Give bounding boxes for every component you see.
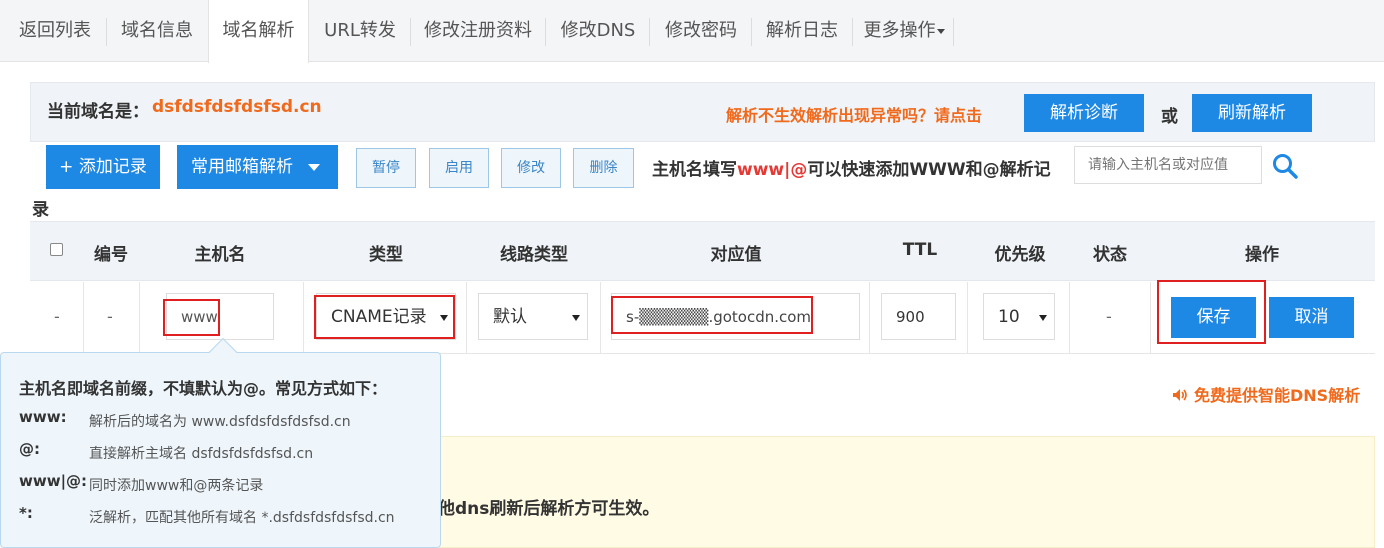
- tab-separator: [410, 18, 411, 46]
- mail-resolve-dropdown[interactable]: 常用邮箱解析: [177, 145, 338, 189]
- ttl-input[interactable]: 900: [881, 293, 956, 340]
- status-value: -: [1106, 307, 1112, 326]
- tab-separator: [751, 18, 752, 46]
- caret-down-icon: [936, 28, 945, 34]
- row-select-placeholder: -: [54, 307, 60, 326]
- tab-separator: [545, 18, 546, 46]
- caret-down-icon: [572, 315, 580, 321]
- tab-label: URL转发: [324, 20, 396, 41]
- tooltip-key: @:: [19, 440, 40, 458]
- tab-back-to-list[interactable]: 返回列表: [8, 0, 102, 62]
- column-divider: [600, 282, 601, 354]
- hint-highlight: www|@: [737, 160, 808, 180]
- host-hint-wrap: 录: [32, 200, 49, 220]
- col-status: 状态: [1093, 245, 1127, 265]
- tab-label: 解析日志: [766, 20, 838, 41]
- tab-change-password[interactable]: 修改密码: [653, 0, 749, 62]
- add-record-button[interactable]: + 添加记录: [46, 145, 160, 189]
- pause-button[interactable]: 暂停: [356, 148, 416, 188]
- free-dns-text: 免费提供智能DNS解析: [1194, 386, 1361, 405]
- col-host: 主机名: [194, 245, 246, 265]
- tab-label: 返回列表: [19, 20, 91, 41]
- tooltip-title: 主机名即域名前缀，不填默认为@。常见方式如下：: [19, 379, 388, 398]
- tab-edit-dns[interactable]: 修改DNS: [549, 0, 647, 62]
- column-divider: [967, 282, 968, 354]
- tab-separator: [852, 18, 853, 46]
- free-dns-promo[interactable]: 免费提供智能DNS解析: [1172, 382, 1360, 406]
- or-label: 或: [1161, 107, 1178, 127]
- column-divider: [139, 282, 140, 354]
- hint-text: 主机名填写: [652, 160, 737, 180]
- refresh-button[interactable]: 刷新解析: [1192, 94, 1312, 132]
- search-input[interactable]: [1074, 146, 1262, 184]
- column-divider: [83, 282, 84, 354]
- line-select[interactable]: 默认: [478, 293, 588, 340]
- caret-down-icon: [308, 164, 320, 171]
- tab-label: 更多操作: [863, 20, 936, 41]
- highlight-box: [163, 299, 220, 336]
- tab-more-actions[interactable]: 更多操作: [856, 0, 952, 62]
- tab-separator: [953, 18, 954, 46]
- select-all-checkbox[interactable]: [50, 243, 63, 256]
- column-divider: [1069, 282, 1070, 354]
- current-domain-value: dsfdsfdsfdsfsd.cn: [152, 97, 322, 117]
- col-type: 类型: [369, 245, 403, 265]
- tooltip-desc: 直接解析主域名 dsfdsfdsfdsfsd.cn: [89, 446, 314, 462]
- tooltip-desc: 同时添加www和@两条记录: [89, 478, 264, 494]
- column-divider: [1150, 282, 1151, 354]
- tab-label: 修改DNS: [560, 20, 636, 41]
- mail-resolve-label: 常用邮箱解析: [191, 157, 293, 177]
- delete-button[interactable]: 删除: [573, 148, 634, 188]
- col-line: 线路类型: [500, 245, 568, 265]
- line-select-value: 默认: [493, 307, 527, 327]
- diagnose-button[interactable]: 解析诊断: [1024, 94, 1144, 132]
- cancel-button[interactable]: 取消: [1269, 297, 1354, 338]
- modify-button[interactable]: 修改: [501, 148, 561, 188]
- tab-bar: 返回列表 域名信息 域名解析 URL转发 修改注册资料 修改DNS 修改密码 解…: [0, 0, 1384, 63]
- priority-select-value: 10: [998, 307, 1020, 327]
- highlight-box: [611, 296, 813, 334]
- tab-url-forward[interactable]: URL转发: [313, 0, 407, 62]
- highlight-box: [1157, 280, 1266, 344]
- tooltip-key: *:: [19, 504, 33, 522]
- notice-box: [430, 436, 1375, 548]
- tab-domain-info[interactable]: 域名信息: [110, 0, 204, 62]
- notice-text: 他dns刷新后解析方可生效。: [438, 499, 660, 519]
- warning-text: 解析不生效解析出现异常吗？请点击: [726, 106, 983, 125]
- search-icon[interactable]: [1272, 153, 1298, 179]
- col-number: 编号: [94, 245, 128, 265]
- column-divider: [466, 282, 467, 354]
- enable-button[interactable]: 启用: [429, 148, 489, 188]
- tab-dns-resolve[interactable]: 域名解析: [208, 0, 309, 63]
- tooltip-key: www:: [19, 408, 67, 426]
- tooltip-key: www|@:: [19, 472, 88, 490]
- col-ttl: TTL: [902, 240, 938, 260]
- tab-separator: [106, 18, 107, 46]
- highlight-box: [314, 295, 455, 339]
- current-domain-label: 当前域名是：: [47, 102, 149, 122]
- host-hint: 主机名填写www|@可以快速添加WWW和@解析记: [652, 155, 1051, 180]
- tab-label: 域名解析: [222, 20, 295, 41]
- col-value: 对应值: [710, 245, 762, 265]
- tooltip-desc: 泛解析，匹配其他所有域名 *.dsfdsfdsfdsfsd.cn: [89, 510, 395, 526]
- tooltip-desc: 解析后的域名为 www.dsfdsfdsfdsfsd.cn: [89, 414, 351, 430]
- speaker-icon: [1173, 389, 1187, 401]
- tab-label: 域名信息: [121, 20, 193, 41]
- column-divider: [869, 282, 870, 354]
- row-number: -: [107, 307, 113, 326]
- col-action: 操作: [1245, 245, 1279, 265]
- tab-resolve-log[interactable]: 解析日志: [755, 0, 849, 62]
- tab-separator: [649, 18, 650, 46]
- caret-down-icon: [1039, 315, 1047, 321]
- column-divider: [303, 282, 304, 354]
- tab-label: 修改注册资料: [424, 20, 532, 41]
- tab-edit-registration[interactable]: 修改注册资料: [414, 0, 542, 62]
- priority-select[interactable]: 10: [983, 293, 1055, 340]
- tab-label: 修改密码: [665, 20, 737, 41]
- col-priority: 优先级: [994, 245, 1046, 265]
- hint-text: 可以快速添加WWW和@解析记: [807, 160, 1051, 180]
